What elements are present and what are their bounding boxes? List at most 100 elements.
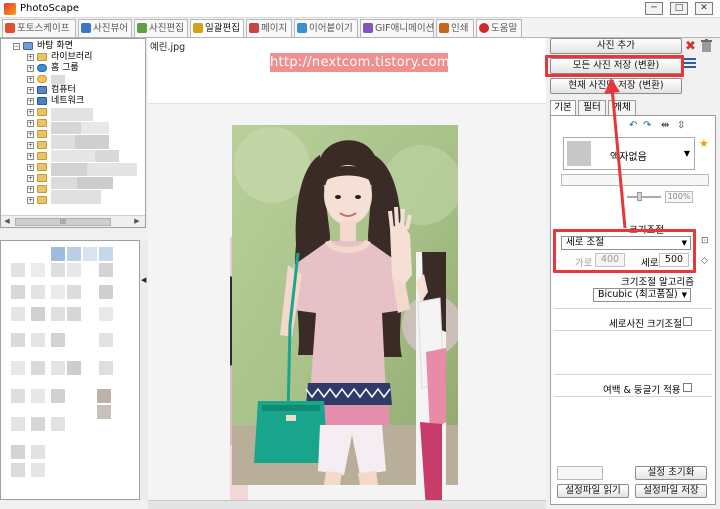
tab-combine[interactable]: 이어붙이기	[294, 19, 358, 37]
thumbnail[interactable]	[97, 405, 111, 419]
scroll-thumb[interactable]: III	[15, 218, 111, 226]
expand-icon[interactable]: +	[27, 153, 34, 160]
flip-horizontal-icon[interactable]: ⇹	[661, 120, 669, 131]
thumbnail[interactable]	[51, 417, 65, 431]
expand-icon[interactable]: +	[27, 98, 34, 105]
thumbnail[interactable]	[11, 389, 25, 403]
tree-label: 컴퓨터	[51, 85, 76, 95]
thumbnail[interactable]	[67, 285, 81, 299]
tab-editor[interactable]: 사진편집	[134, 19, 188, 37]
thumbnail[interactable]	[51, 307, 65, 321]
thumbnail[interactable]	[31, 463, 45, 477]
thumbnail[interactable]	[31, 445, 45, 459]
resize-option-icon[interactable]: ⊡	[701, 236, 709, 246]
thumbnail[interactable]	[31, 285, 45, 299]
thumbnail[interactable]	[51, 285, 65, 299]
minimize-button[interactable]: ─	[645, 2, 663, 15]
thumbnail[interactable]	[99, 333, 113, 347]
main-tab-bar: 포토스케이프 사진뷰어 사진편집 일괄편집 페이지 이어붙이기 GIF애니메이션…	[0, 18, 720, 38]
thumbnail[interactable]	[11, 361, 25, 375]
tab-help[interactable]: 도움말	[476, 19, 522, 37]
expand-icon[interactable]: +	[27, 197, 34, 204]
thumbnail[interactable]	[83, 247, 97, 261]
thumbnail[interactable]	[31, 361, 45, 375]
trash-icon[interactable]	[701, 39, 712, 52]
frame-size-slider-thumb[interactable]	[637, 192, 642, 201]
frame-option-field[interactable]	[561, 174, 709, 186]
thumbnail[interactable]	[67, 263, 81, 277]
margin-round-checkbox[interactable]	[683, 383, 692, 392]
scroll-right-icon[interactable]: ▶	[131, 216, 143, 227]
expand-icon[interactable]: +	[27, 142, 34, 149]
tab-basic[interactable]: 기본	[550, 100, 576, 116]
expand-icon[interactable]: +	[27, 120, 34, 127]
expand-icon[interactable]: +	[27, 87, 34, 94]
thumbnail[interactable]	[31, 263, 45, 277]
link-ratio-icon[interactable]: ◇	[701, 256, 708, 266]
flip-vertical-icon[interactable]: ⇳	[677, 120, 685, 131]
add-photo-button[interactable]: 사진 추가	[550, 38, 682, 54]
expand-icon[interactable]: +	[27, 131, 34, 138]
thumbnail[interactable]	[99, 247, 113, 261]
close-button[interactable]: ✕	[695, 2, 713, 15]
tab-gif-animation[interactable]: GIF애니메이션	[360, 19, 434, 37]
thumbnail[interactable]	[51, 361, 65, 375]
portrait-resize-checkbox[interactable]	[683, 317, 692, 326]
thumbnail[interactable]	[11, 285, 25, 299]
thumbnail[interactable]	[51, 263, 65, 277]
thumbnail[interactable]	[11, 417, 25, 431]
maximize-button[interactable]: □	[670, 2, 688, 15]
expand-icon[interactable]: +	[27, 109, 34, 116]
thumbnail[interactable]	[31, 333, 45, 347]
thumbnail[interactable]	[11, 307, 25, 321]
collapse-arrow-icon[interactable]: ◀	[141, 276, 146, 284]
load-settings-button[interactable]: 설정파일 읽기	[557, 484, 629, 498]
frame-size-slider-track[interactable]	[627, 196, 661, 198]
thumbnail[interactable]	[31, 307, 45, 321]
rotate-left-icon[interactable]: ↶	[629, 120, 637, 131]
favorite-star-icon[interactable]: ★	[699, 137, 709, 150]
thumbnail[interactable]	[67, 361, 81, 375]
expand-icon[interactable]: +	[27, 175, 34, 182]
expand-icon[interactable]: +	[27, 186, 34, 193]
expand-icon[interactable]: +	[27, 65, 34, 72]
thumbnail[interactable]	[31, 389, 45, 403]
thumbnail[interactable]	[99, 307, 113, 321]
save-settings-button[interactable]: 설정파일 저장	[635, 484, 707, 498]
basic-settings-panel: ↶ ↷ ⇹ ⇳ 액자없음 ▼ ★ 100% 크기조절 세로 조절 ▼ ⊡ 가로 …	[550, 115, 716, 505]
thumbnail[interactable]	[99, 263, 113, 277]
thumbnail[interactable]	[67, 247, 81, 261]
thumbnail[interactable]	[11, 463, 25, 477]
thumbnail[interactable]	[11, 263, 25, 277]
tab-print[interactable]: 인쇄	[436, 19, 474, 37]
thumbnail[interactable]	[99, 285, 113, 299]
thumbnail[interactable]	[51, 389, 65, 403]
rotate-right-icon[interactable]: ↷	[643, 120, 651, 131]
panel-splitter[interactable]: ◀	[140, 240, 148, 500]
expand-icon[interactable]: +	[27, 76, 34, 83]
tree-horizontal-scrollbar[interactable]: ◀ III ▶	[1, 215, 145, 227]
tab-viewer[interactable]: 사진뷰어	[78, 19, 132, 37]
right-panel: 사진 추가 ✖ 모든 사진 저장 (변환) 현재 사진만 저장 (변환) 기본 …	[546, 38, 720, 509]
remove-icon[interactable]: ✖	[685, 39, 696, 54]
tab-batch-editor[interactable]: 일괄편집	[190, 19, 244, 37]
thumbnail[interactable]	[99, 361, 113, 375]
thumbnail[interactable]	[97, 389, 111, 403]
list-view-icon[interactable]	[684, 58, 696, 68]
algorithm-select[interactable]: Bicubic (최고품질) ▼	[593, 288, 691, 302]
tab-photoscape[interactable]: 포토스케이프	[2, 19, 76, 37]
thumbnail[interactable]	[67, 307, 81, 321]
preset-field[interactable]	[557, 466, 603, 480]
reset-settings-button[interactable]: 설정 초기화	[635, 466, 707, 480]
thumbnail[interactable]	[11, 333, 25, 347]
collapse-icon[interactable]: −	[13, 43, 20, 50]
thumbnail[interactable]	[31, 417, 45, 431]
expand-icon[interactable]: +	[27, 164, 34, 171]
thumbnail[interactable]	[51, 333, 65, 347]
expand-icon[interactable]: +	[27, 54, 34, 61]
tab-page[interactable]: 페이지	[246, 19, 292, 37]
scroll-left-icon[interactable]: ◀	[1, 216, 13, 227]
thumbnail[interactable]	[51, 247, 65, 261]
thumbnail[interactable]	[11, 445, 25, 459]
annotation-arrow-icon	[604, 78, 627, 229]
